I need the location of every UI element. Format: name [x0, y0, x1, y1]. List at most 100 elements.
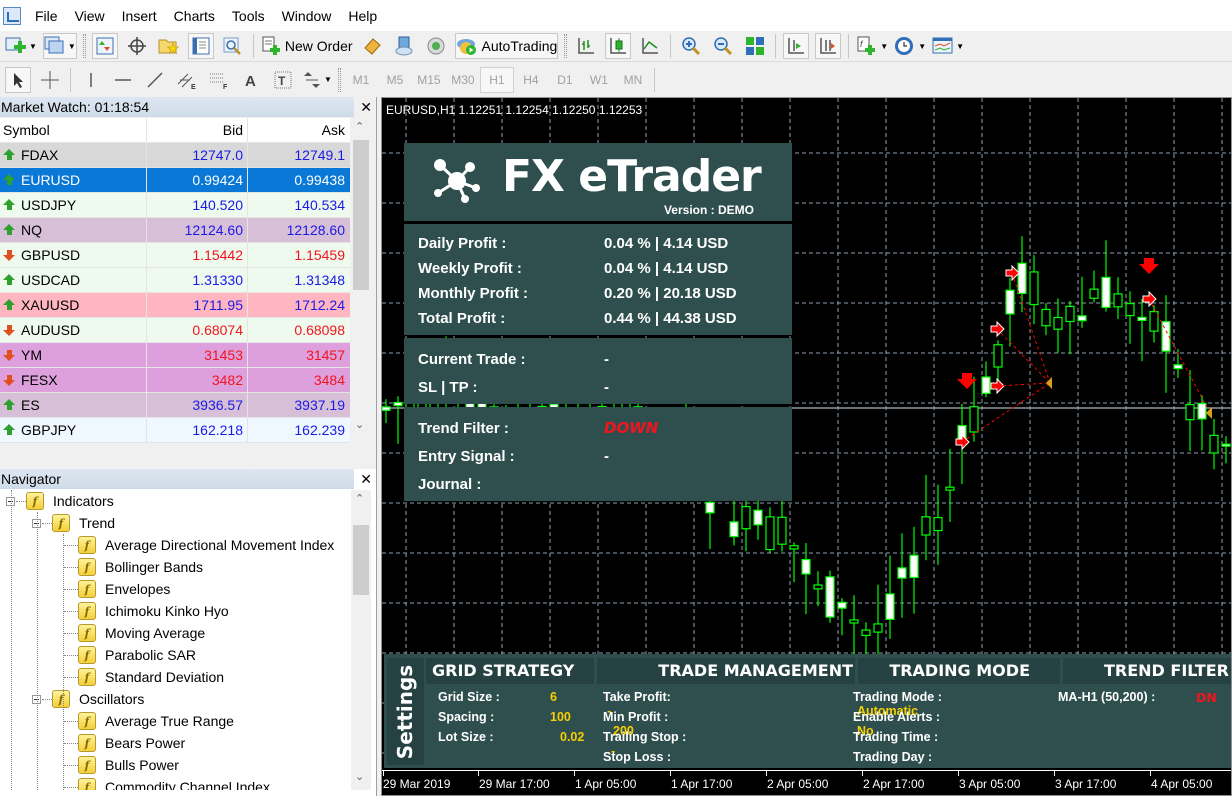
- scroll-down-icon[interactable]: ⌄: [355, 418, 364, 431]
- tree-item[interactable]: f Bulls Power: [78, 754, 179, 776]
- bid-cell: 3936.57: [147, 393, 248, 417]
- chart-shift-button[interactable]: [815, 33, 842, 59]
- table-row[interactable]: EURUSD 0.99424 0.99438: [0, 168, 350, 193]
- column-bid[interactable]: Bid: [147, 118, 248, 142]
- tree-item[interactable]: f Average Directional Movement Index: [78, 534, 334, 556]
- data-window-button[interactable]: [124, 33, 150, 59]
- toolbar-grip[interactable]: [337, 67, 341, 92]
- crosshair-tool-button[interactable]: [37, 67, 63, 93]
- timeframe-h1[interactable]: H1: [479, 66, 514, 93]
- table-row[interactable]: YM 31453 31457: [0, 343, 350, 368]
- menu-window[interactable]: Window: [276, 8, 343, 24]
- timeframe-m30[interactable]: M30: [446, 67, 480, 93]
- tree-item[interactable]: f Bears Power: [78, 732, 185, 754]
- zoom-in-button[interactable]: [678, 33, 704, 59]
- strategy-tester-button[interactable]: [220, 33, 246, 59]
- line-chart-button[interactable]: [637, 33, 663, 59]
- timeframe-w1[interactable]: W1: [582, 67, 616, 93]
- menu-help[interactable]: Help: [342, 8, 388, 24]
- column-symbol[interactable]: Symbol: [0, 118, 147, 142]
- terminal-button[interactable]: [187, 33, 214, 59]
- tree-item[interactable]: f Average True Range: [78, 710, 234, 732]
- scroll-down-icon[interactable]: ⌄: [355, 770, 364, 783]
- table-row[interactable]: NQ 12124.60 12128.60: [0, 218, 350, 243]
- horizontal-line-button[interactable]: [110, 67, 136, 93]
- vertical-line-button[interactable]: [78, 67, 104, 93]
- new-order-icon: [262, 36, 280, 55]
- tree-item[interactable]: f Commodity Channel Index: [78, 776, 270, 790]
- new-order-button[interactable]: New Order: [261, 33, 353, 59]
- table-row[interactable]: FDAX 12747.0 12749.1: [0, 143, 350, 168]
- toolbar-grip[interactable]: [564, 34, 568, 58]
- timeframe-m5[interactable]: M5: [378, 67, 412, 93]
- table-row[interactable]: USDCAD 1.31330 1.31348: [0, 268, 350, 293]
- menu-insert[interactable]: Insert: [116, 8, 168, 24]
- table-row[interactable]: XAUUSD 1711.95 1712.24: [0, 293, 350, 318]
- candlestick-button[interactable]: [605, 33, 632, 59]
- menu-tools[interactable]: Tools: [226, 8, 276, 24]
- tree-item[interactable]: f Ichimoku Kinko Hyo: [78, 600, 229, 622]
- table-row[interactable]: USDJPY 140.520 140.534: [0, 193, 350, 218]
- timeframe-m1[interactable]: M1: [344, 67, 378, 93]
- equidistant-channel-button[interactable]: E: [174, 67, 200, 93]
- text-tool-button[interactable]: A: [238, 67, 264, 93]
- text-label-button[interactable]: T: [270, 67, 296, 93]
- scroll-thumb[interactable]: [353, 525, 369, 595]
- tree-connector: [64, 655, 78, 656]
- tile-windows-button[interactable]: [742, 33, 768, 59]
- candle-body: [393, 401, 403, 407]
- tree-item[interactable]: f Standard Deviation: [78, 666, 224, 688]
- toolbar-separator: [252, 34, 254, 58]
- cursor-tool-button[interactable]: [5, 66, 31, 93]
- market-watch-button[interactable]: [91, 33, 118, 59]
- panel-splitter[interactable]: [376, 97, 380, 796]
- periods-button[interactable]: ▼: [894, 33, 926, 59]
- indicators-button[interactable]: f ▼: [856, 33, 888, 59]
- table-row[interactable]: GBPJPY 162.218 162.239: [0, 418, 350, 443]
- tree-item[interactable]: f Bollinger Bands: [78, 556, 203, 578]
- navigator-scrollbar[interactable]: ⌃ ⌄: [351, 490, 371, 790]
- tree-item[interactable]: f Indicators: [26, 490, 114, 512]
- signals-button[interactable]: [423, 33, 449, 59]
- symbol-cell: USDCAD: [0, 268, 147, 292]
- tree-item[interactable]: f Trend: [52, 512, 115, 534]
- table-row[interactable]: ES 3936.57 3937.19: [0, 393, 350, 418]
- ask-cell: 12128.60: [286, 222, 345, 238]
- menu-charts[interactable]: Charts: [168, 8, 226, 24]
- tree-item[interactable]: f Oscillators: [52, 688, 144, 710]
- table-row[interactable]: FESX 3482 3484: [0, 368, 350, 393]
- scroll-up-icon[interactable]: ⌃: [355, 492, 364, 505]
- metaeditor-button[interactable]: [359, 33, 385, 59]
- tree-item[interactable]: f Moving Average: [78, 622, 205, 644]
- navigator-button[interactable]: [156, 33, 182, 59]
- tree-item[interactable]: f Parabolic SAR: [78, 644, 196, 666]
- timeframe-h4[interactable]: H4: [514, 67, 548, 93]
- zoom-out-button[interactable]: [710, 33, 736, 59]
- profiles-button[interactable]: ▼: [42, 33, 77, 59]
- tree-item[interactable]: f Envelopes: [78, 578, 170, 600]
- vps-button[interactable]: [391, 33, 417, 59]
- autotrading-button[interactable]: AutoTrading: [454, 33, 559, 59]
- close-icon[interactable]: ✕: [360, 97, 372, 117]
- toolbar-grip[interactable]: [82, 34, 86, 58]
- timeframe-mn[interactable]: MN: [616, 67, 650, 93]
- column-ask[interactable]: Ask: [248, 118, 349, 142]
- table-row[interactable]: GBPUSD 1.15442 1.15459: [0, 243, 350, 268]
- menu-file[interactable]: File: [29, 8, 69, 24]
- candle-body: [1053, 316, 1063, 330]
- templates-button[interactable]: ▼: [932, 33, 964, 59]
- menu-view[interactable]: View: [69, 8, 116, 24]
- trendline-button[interactable]: [142, 67, 168, 93]
- timeframe-d1[interactable]: D1: [548, 67, 582, 93]
- scroll-up-icon[interactable]: ⌃: [355, 120, 364, 133]
- scroll-thumb[interactable]: [353, 140, 369, 290]
- autoscroll-button[interactable]: [783, 33, 810, 59]
- new-chart-button[interactable]: ▼: [5, 33, 37, 59]
- bar-chart-button[interactable]: [573, 33, 599, 59]
- arrows-button[interactable]: ▼: [302, 67, 332, 93]
- close-icon[interactable]: ✕: [360, 469, 372, 489]
- fibonacci-button[interactable]: F: [206, 67, 232, 93]
- chart-window[interactable]: EURUSD,H1 1.12251 1.12254 1.12250 1.1225…: [381, 97, 1232, 796]
- timeframe-m15[interactable]: M15: [412, 67, 446, 93]
- table-row[interactable]: AUDUSD 0.68074 0.68098: [0, 318, 350, 343]
